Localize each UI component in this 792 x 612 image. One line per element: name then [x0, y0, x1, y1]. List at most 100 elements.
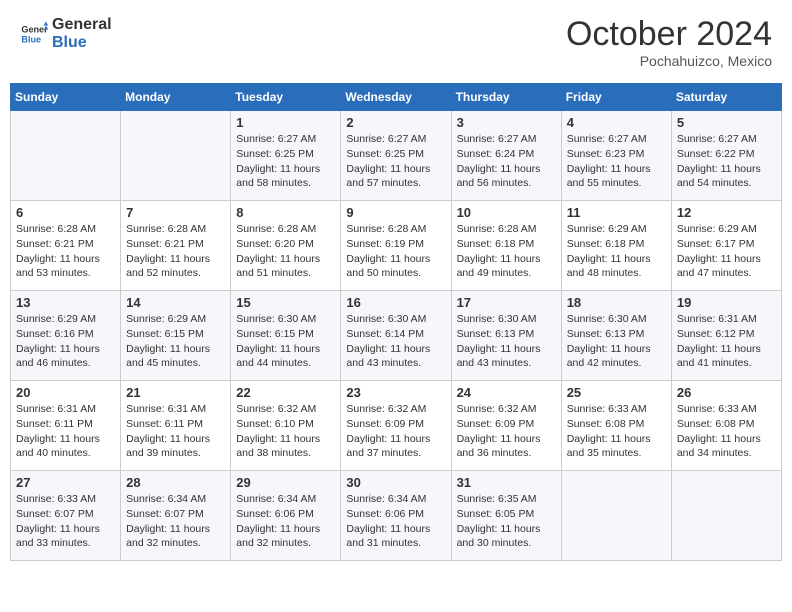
calendar-cell: 12 Sunrise: 6:29 AM Sunset: 6:17 PM Dayli…	[671, 201, 781, 291]
day-info: Sunrise: 6:29 AM Sunset: 6:16 PM Dayligh…	[16, 312, 115, 371]
weekday-header: Wednesday	[341, 84, 451, 111]
calendar-cell: 17 Sunrise: 6:30 AM Sunset: 6:13 PM Dayli…	[451, 291, 561, 381]
day-number: 9	[346, 205, 445, 220]
day-info: Sunrise: 6:28 AM Sunset: 6:21 PM Dayligh…	[16, 222, 115, 281]
day-info: Sunrise: 6:29 AM Sunset: 6:15 PM Dayligh…	[126, 312, 225, 371]
day-info: Sunrise: 6:27 AM Sunset: 6:22 PM Dayligh…	[677, 132, 776, 191]
day-number: 26	[677, 385, 776, 400]
day-info: Sunrise: 6:27 AM Sunset: 6:24 PM Dayligh…	[457, 132, 556, 191]
calendar-week-row: 27 Sunrise: 6:33 AM Sunset: 6:07 PM Dayli…	[11, 471, 782, 561]
page-header: General Blue General Blue October 2024 P…	[10, 10, 782, 75]
day-number: 7	[126, 205, 225, 220]
calendar-cell: 30 Sunrise: 6:34 AM Sunset: 6:06 PM Dayli…	[341, 471, 451, 561]
day-info: Sunrise: 6:34 AM Sunset: 6:07 PM Dayligh…	[126, 492, 225, 551]
day-info: Sunrise: 6:30 AM Sunset: 6:14 PM Dayligh…	[346, 312, 445, 371]
calendar-cell: 10Sunrise: 6:28 AM Sunset: 6:18 PM Dayli…	[451, 201, 561, 291]
day-info: Sunrise: 6:30 AM Sunset: 6:15 PM Dayligh…	[236, 312, 335, 371]
calendar-cell: 2Sunrise: 6:27 AM Sunset: 6:25 PM Daylig…	[341, 111, 451, 201]
calendar-cell: 5 Sunrise: 6:27 AM Sunset: 6:22 PM Daylig…	[671, 111, 781, 201]
calendar-header: SundayMondayTuesdayWednesdayThursdayFrid…	[11, 84, 782, 111]
calendar-cell: 16 Sunrise: 6:30 AM Sunset: 6:14 PM Dayli…	[341, 291, 451, 381]
day-info: Sunrise: 6:28 AM Sunset: 6:20 PM Dayligh…	[236, 222, 335, 281]
logo-icon: General Blue	[20, 20, 48, 48]
calendar-cell: 9 Sunrise: 6:28 AM Sunset: 6:19 PM Daylig…	[341, 201, 451, 291]
month-title: October 2024	[566, 16, 772, 53]
day-number: 31	[457, 475, 556, 490]
day-info: Sunrise: 6:29 AM Sunset: 6:17 PM Dayligh…	[677, 222, 776, 281]
day-number: 10	[457, 205, 556, 220]
day-info: Sunrise: 6:31 AM Sunset: 6:11 PM Dayligh…	[126, 402, 225, 461]
day-number: 16	[346, 295, 445, 310]
day-info: Sunrise: 6:32 AM Sunset: 6:10 PM Dayligh…	[236, 402, 335, 461]
calendar-cell: 13 Sunrise: 6:29 AM Sunset: 6:16 PM Dayli…	[11, 291, 121, 381]
day-info: Sunrise: 6:28 AM Sunset: 6:21 PM Dayligh…	[126, 222, 225, 281]
day-info: Sunrise: 6:30 AM Sunset: 6:13 PM Dayligh…	[567, 312, 666, 371]
calendar-week-row: 13 Sunrise: 6:29 AM Sunset: 6:16 PM Dayli…	[11, 291, 782, 381]
calendar-cell: 26Sunrise: 6:33 AM Sunset: 6:08 PM Dayli…	[671, 381, 781, 471]
calendar-week-row: 6 Sunrise: 6:28 AM Sunset: 6:21 PM Daylig…	[11, 201, 782, 291]
calendar-body: 1 Sunrise: 6:27 AM Sunset: 6:25 PM Daylig…	[11, 111, 782, 561]
calendar-cell: 24Sunrise: 6:32 AM Sunset: 6:09 PM Dayli…	[451, 381, 561, 471]
calendar-cell: 28 Sunrise: 6:34 AM Sunset: 6:07 PM Dayli…	[121, 471, 231, 561]
calendar-cell: 29Sunrise: 6:34 AM Sunset: 6:06 PM Dayli…	[231, 471, 341, 561]
day-number: 21	[126, 385, 225, 400]
calendar-week-row: 1 Sunrise: 6:27 AM Sunset: 6:25 PM Daylig…	[11, 111, 782, 201]
day-number: 24	[457, 385, 556, 400]
calendar-cell: 18Sunrise: 6:30 AM Sunset: 6:13 PM Dayli…	[561, 291, 671, 381]
day-number: 30	[346, 475, 445, 490]
day-number: 6	[16, 205, 115, 220]
calendar-cell: 7 Sunrise: 6:28 AM Sunset: 6:21 PM Daylig…	[121, 201, 231, 291]
day-number: 14	[126, 295, 225, 310]
location-title: Pochahuizco, Mexico	[566, 53, 772, 69]
weekday-header: Tuesday	[231, 84, 341, 111]
day-number: 5	[677, 115, 776, 130]
weekday-header: Sunday	[11, 84, 121, 111]
logo-line2: Blue	[52, 34, 112, 52]
title-block: October 2024 Pochahuizco, Mexico	[566, 16, 772, 69]
calendar-cell: 8 Sunrise: 6:28 AM Sunset: 6:20 PM Daylig…	[231, 201, 341, 291]
day-number: 20	[16, 385, 115, 400]
day-info: Sunrise: 6:30 AM Sunset: 6:13 PM Dayligh…	[457, 312, 556, 371]
calendar-cell: 11 Sunrise: 6:29 AM Sunset: 6:18 PM Dayli…	[561, 201, 671, 291]
day-number: 4	[567, 115, 666, 130]
calendar-cell: 4 Sunrise: 6:27 AM Sunset: 6:23 PM Daylig…	[561, 111, 671, 201]
weekday-header: Monday	[121, 84, 231, 111]
day-info: Sunrise: 6:29 AM Sunset: 6:18 PM Dayligh…	[567, 222, 666, 281]
day-info: Sunrise: 6:32 AM Sunset: 6:09 PM Dayligh…	[346, 402, 445, 461]
day-info: Sunrise: 6:33 AM Sunset: 6:08 PM Dayligh…	[567, 402, 666, 461]
calendar-cell	[671, 471, 781, 561]
day-info: Sunrise: 6:27 AM Sunset: 6:25 PM Dayligh…	[346, 132, 445, 191]
day-number: 28	[126, 475, 225, 490]
calendar-cell	[11, 111, 121, 201]
logo-line1: General	[52, 16, 112, 34]
calendar-cell: 6 Sunrise: 6:28 AM Sunset: 6:21 PM Daylig…	[11, 201, 121, 291]
day-info: Sunrise: 6:27 AM Sunset: 6:23 PM Dayligh…	[567, 132, 666, 191]
calendar-cell: 1Sunrise: 6:27 AM Sunset: 6:25 PM Daylig…	[231, 111, 341, 201]
calendar-week-row: 20 Sunrise: 6:31 AM Sunset: 6:11 PM Dayli…	[11, 381, 782, 471]
day-number: 12	[677, 205, 776, 220]
day-number: 13	[16, 295, 115, 310]
day-number: 1	[236, 115, 335, 130]
calendar-cell: 23Sunrise: 6:32 AM Sunset: 6:09 PM Dayli…	[341, 381, 451, 471]
calendar-cell: 27 Sunrise: 6:33 AM Sunset: 6:07 PM Dayli…	[11, 471, 121, 561]
calendar-cell: 14 Sunrise: 6:29 AM Sunset: 6:15 PM Dayli…	[121, 291, 231, 381]
day-number: 8	[236, 205, 335, 220]
calendar-cell	[561, 471, 671, 561]
day-info: Sunrise: 6:31 AM Sunset: 6:11 PM Dayligh…	[16, 402, 115, 461]
day-number: 27	[16, 475, 115, 490]
weekday-header: Friday	[561, 84, 671, 111]
day-info: Sunrise: 6:28 AM Sunset: 6:19 PM Dayligh…	[346, 222, 445, 281]
logo: General Blue General Blue	[20, 16, 112, 51]
day-number: 17	[457, 295, 556, 310]
calendar-cell	[121, 111, 231, 201]
day-info: Sunrise: 6:33 AM Sunset: 6:07 PM Dayligh…	[16, 492, 115, 551]
calendar-cell: 20 Sunrise: 6:31 AM Sunset: 6:11 PM Dayli…	[11, 381, 121, 471]
day-number: 11	[567, 205, 666, 220]
day-info: Sunrise: 6:34 AM Sunset: 6:06 PM Dayligh…	[346, 492, 445, 551]
day-number: 15	[236, 295, 335, 310]
calendar-cell: 19Sunrise: 6:31 AM Sunset: 6:12 PM Dayli…	[671, 291, 781, 381]
day-number: 22	[236, 385, 335, 400]
header-row: SundayMondayTuesdayWednesdayThursdayFrid…	[11, 84, 782, 111]
svg-text:Blue: Blue	[21, 34, 41, 44]
calendar-cell: 22 Sunrise: 6:32 AM Sunset: 6:10 PM Dayli…	[231, 381, 341, 471]
